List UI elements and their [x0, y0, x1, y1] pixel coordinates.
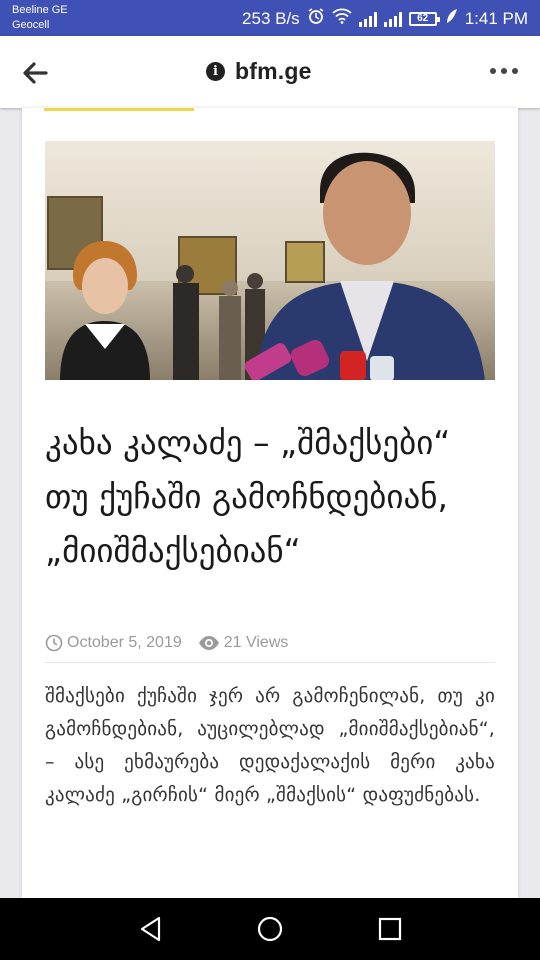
woman-figure	[60, 241, 150, 380]
man-figure	[245, 152, 485, 380]
alarm-icon	[307, 7, 325, 30]
signal-icon-sim2	[383, 11, 402, 27]
carrier-info: Beeline GE Geocell	[12, 3, 68, 33]
more-dot-icon	[490, 68, 496, 74]
site-info-icon[interactable]: i	[206, 62, 225, 81]
status-bar: Beeline GE Geocell 253 B/s 62 1:41 PM	[0, 0, 540, 36]
meta-divider	[45, 662, 495, 663]
clock: 1:41 PM	[464, 8, 528, 28]
carrier-primary: Beeline GE	[12, 4, 68, 16]
signal-icon-sim1	[358, 11, 377, 27]
square-recents-icon	[378, 917, 402, 941]
navigation-bar	[0, 898, 540, 960]
clock-icon	[45, 634, 63, 652]
browser-toolbar: i bfm.ge	[0, 36, 540, 108]
more-options-button[interactable]	[490, 68, 518, 74]
url-text: bfm.ge	[235, 58, 312, 84]
url-field[interactable]: i bfm.ge	[206, 58, 312, 85]
article-meta: October 5, 2019 21 Views	[45, 634, 288, 652]
nav-home-button[interactable]	[254, 913, 286, 945]
view-count-text: 21 Views	[223, 634, 289, 651]
more-dot-icon	[501, 68, 507, 74]
data-saver-icon	[444, 8, 458, 29]
eye-icon	[198, 636, 219, 650]
circle-home-icon	[257, 916, 283, 942]
article-hero-image[interactable]	[45, 141, 495, 380]
arrow-left-icon	[23, 62, 48, 84]
battery-icon: 62	[408, 11, 440, 26]
article-card: კახა კალაძე – „შმაქსები“ თუ ქუჩაში გამოჩ…	[22, 108, 518, 898]
network-speed: 253 B/s	[242, 8, 300, 28]
view-count: 21 Views	[198, 634, 289, 652]
back-button[interactable]	[18, 56, 52, 90]
carrier-secondary: Geocell	[12, 19, 50, 31]
accent-strip	[44, 108, 194, 111]
article-body: შმაქსები ქუჩაში ჯერ არ გამოჩენილან, თუ კ…	[45, 685, 495, 806]
article-date: October 5, 2019	[67, 634, 182, 651]
wifi-icon	[332, 8, 352, 29]
more-dot-icon	[512, 68, 518, 74]
triangle-back-icon	[140, 916, 161, 942]
article-title: კახა კალაძე – „შმაქსები“ თუ ქუჩაში გამოჩ…	[45, 423, 451, 570]
nav-back-button[interactable]	[135, 913, 167, 945]
nav-recents-button[interactable]	[374, 913, 406, 945]
status-indicators: 253 B/s 62 1:41 PM	[242, 7, 528, 30]
